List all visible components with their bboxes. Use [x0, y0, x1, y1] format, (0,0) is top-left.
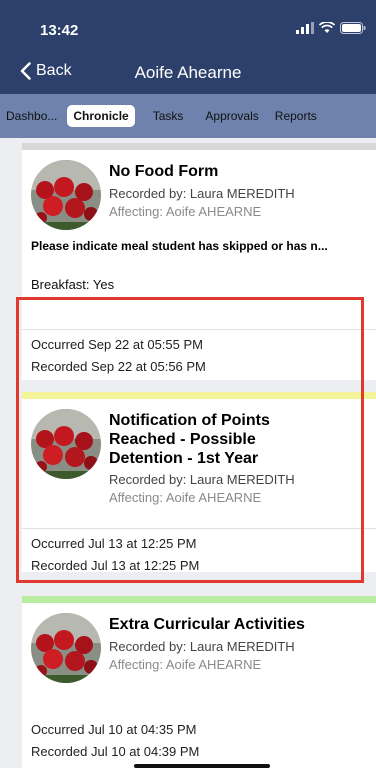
card-header: No Food Form Recorded by: Laura MEREDITH… — [22, 150, 376, 232]
avatar — [31, 613, 101, 683]
affecting: Affecting: Aoife AHEARNE — [109, 204, 262, 219]
chronicle-card-no-food-form[interactable]: No Food Form Recorded by: Laura MEREDITH… — [22, 143, 376, 380]
card-title: Notification of Points Reached - Possibl… — [109, 412, 270, 467]
card-color-band — [22, 596, 376, 603]
wifi-icon — [319, 22, 335, 33]
cellular-signal-icon — [296, 22, 314, 34]
recorded-timestamp: Recorded Sep 22 at 05:56 PM — [31, 359, 206, 374]
tab-reports[interactable]: Reports — [271, 105, 321, 127]
divider — [22, 329, 376, 330]
card-title: Extra Curricular Activities — [109, 616, 305, 633]
roses-photo-icon — [31, 409, 101, 479]
tab-tasks[interactable]: Tasks — [149, 105, 188, 127]
tab-dashboard[interactable]: Dashbo... — [2, 105, 61, 127]
affecting: Affecting: Aoife AHEARNE — [109, 490, 262, 505]
tab-approvals[interactable]: Approvals — [201, 105, 262, 127]
card-title: No Food Form — [109, 163, 219, 180]
avatar — [31, 160, 101, 230]
roses-photo-icon — [31, 613, 101, 683]
battery-icon — [340, 22, 366, 34]
navigation-bar: Back Aoife Ahearne — [0, 50, 376, 94]
chronicle-feed[interactable]: No Food Form Recorded by: Laura MEREDITH… — [0, 138, 376, 768]
status-bar: 13:42 — [0, 0, 376, 50]
recorded-timestamp: Recorded Jul 13 at 12:25 PM — [31, 558, 200, 573]
card-header: Extra Curricular Activities Recorded by:… — [22, 603, 376, 685]
recorded-by: Recorded by: Laura MEREDITH — [109, 186, 295, 201]
occurred-timestamp: Occurred Jul 13 at 12:25 PM — [31, 536, 197, 551]
status-time: 13:42 — [40, 22, 79, 39]
page-title: Aoife Ahearne — [134, 63, 242, 82]
chronicle-card-points-notification[interactable]: Notification of Points Reached - Possibl… — [22, 392, 376, 573]
affecting: Affecting: Aoife AHEARNE — [109, 657, 262, 672]
tab-chronicle[interactable]: Chronicle — [67, 105, 135, 127]
chronicle-card-extra-curricular[interactable]: Extra Curricular Activities Recorded by:… — [22, 596, 376, 768]
recorded-timestamp: Recorded Jul 10 at 04:39 PM — [31, 744, 200, 759]
divider — [22, 528, 376, 529]
app-header: 13:42 Back Aoife Ahearne Dashbo... Chron… — [0, 0, 376, 144]
card-header: Notification of Points Reached - Possibl… — [22, 399, 376, 529]
roses-photo-icon — [31, 160, 101, 230]
recorded-by: Recorded by: Laura MEREDITH — [109, 639, 295, 654]
card-color-band — [22, 392, 376, 399]
tab-bar: Dashbo... Chronicle Tasks Approvals Repo… — [0, 94, 376, 138]
occurred-timestamp: Occurred Jul 10 at 04:35 PM — [31, 722, 197, 737]
status-icons — [296, 22, 366, 34]
recorded-by: Recorded by: Laura MEREDITH — [109, 472, 295, 487]
occurred-timestamp: Occurred Sep 22 at 05:55 PM — [31, 337, 203, 352]
avatar — [31, 409, 101, 479]
home-indicator — [134, 764, 270, 768]
card-description: Please indicate meal student has skipped… — [31, 239, 328, 253]
card-detail: Breakfast: Yes — [31, 277, 115, 292]
card-color-band — [22, 143, 376, 150]
